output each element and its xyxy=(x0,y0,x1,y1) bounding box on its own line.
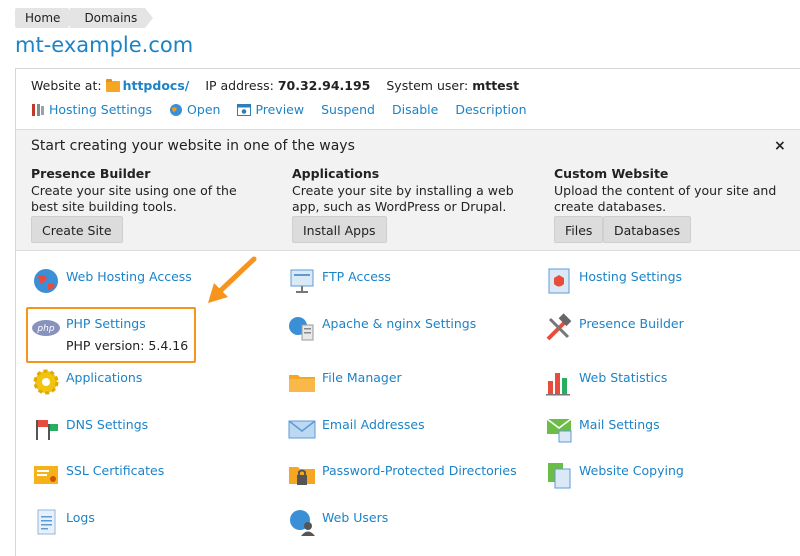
domain-actions: Hosting Settings Open Preview Suspend Di… xyxy=(31,102,544,117)
tool-applications[interactable]: Applications xyxy=(31,367,142,397)
presence-builder-heading: Presence Builder xyxy=(31,166,151,181)
applications-label: Applications xyxy=(66,370,143,385)
applications-column: Applications Create your site by install… xyxy=(292,166,527,215)
web-hosting-access-label: Web Hosting Access xyxy=(66,269,192,284)
tool-hosting-settings[interactable]: Hosting Settings xyxy=(544,266,682,296)
start-creating-title: Start creating your website in one of th… xyxy=(31,138,355,154)
globe-icon xyxy=(170,103,183,116)
databases-button[interactable]: Databases xyxy=(603,216,692,243)
tool-file-manager[interactable]: File Manager xyxy=(287,367,402,397)
ip-label: IP address: xyxy=(205,78,274,93)
tool-email-addresses[interactable]: Email Addresses xyxy=(287,414,425,444)
presence-builder-label: Presence Builder xyxy=(579,316,684,331)
logs-label: Logs xyxy=(66,510,95,525)
hosting-settings-action[interactable]: Hosting Settings xyxy=(31,102,152,117)
files-button[interactable]: Files xyxy=(554,216,604,243)
website-at-label: Website at: xyxy=(31,78,102,93)
web-users-icon xyxy=(290,510,315,536)
php-settings-highlight xyxy=(26,307,196,363)
install-apps-button[interactable]: Install Apps xyxy=(292,216,387,243)
create-site-button[interactable]: Create Site xyxy=(31,216,123,243)
dns-settings-label: DNS Settings xyxy=(66,417,149,432)
breadcrumb-domains[interactable]: Domains xyxy=(70,8,154,28)
hosting-settings-icon xyxy=(548,268,570,294)
preview-icon xyxy=(237,103,252,116)
tool-apache-nginx[interactable]: Apache & nginx Settings xyxy=(287,313,476,343)
tool-web-hosting-access[interactable]: Web Hosting Access xyxy=(31,266,192,296)
description-action[interactable]: Description xyxy=(455,102,526,117)
folder-icon xyxy=(289,375,315,392)
envelope-icon xyxy=(288,420,316,439)
applications-text: Create your site by installing a web app… xyxy=(292,183,514,214)
description-action-label: Description xyxy=(455,102,527,117)
breadcrumb-home[interactable]: Home xyxy=(15,8,79,28)
system-user-label: System user: xyxy=(386,78,469,93)
dns-flags-icon xyxy=(36,420,58,440)
httpdocs-link[interactable]: httpdocs/ xyxy=(123,78,190,93)
tool-website-copying[interactable]: Website Copying xyxy=(544,460,684,490)
file-manager-label: File Manager xyxy=(322,370,402,385)
disable-action[interactable]: Disable xyxy=(392,102,438,117)
tool-ftp-access[interactable]: FTP Access xyxy=(287,266,391,296)
preview-action[interactable]: Preview xyxy=(237,102,304,117)
globe-icon xyxy=(34,269,58,293)
applications-heading: Applications xyxy=(292,166,380,181)
hosting-settings-action-label: Hosting Settings xyxy=(49,102,153,117)
password-protected-directories-label: Password-Protected Directories xyxy=(322,463,517,478)
copy-icon xyxy=(548,463,571,489)
domain-info-row: Website at: httpdocs/ IP address: 70.32.… xyxy=(31,78,519,93)
custom-website-text: Upload the content of your site and crea… xyxy=(554,183,777,214)
start-creating-box: Start creating your website in one of th… xyxy=(16,129,800,251)
tool-web-users[interactable]: Web Users xyxy=(287,507,388,537)
page-title: mt-example.com xyxy=(15,33,194,57)
tool-ssl-certificates[interactable]: SSL Certificates xyxy=(31,460,164,490)
website-copying-label: Website Copying xyxy=(579,463,684,478)
orange-arrow-icon xyxy=(208,256,257,303)
web-statistics-label: Web Statistics xyxy=(579,370,668,385)
certificate-icon xyxy=(34,466,58,484)
web-users-label: Web Users xyxy=(322,510,389,525)
custom-website-heading: Custom Website xyxy=(554,166,669,181)
breadcrumb: Home Domains xyxy=(15,8,154,28)
email-addresses-label: Email Addresses xyxy=(322,417,425,432)
web-server-icon xyxy=(289,317,314,341)
tool-presence-builder[interactable]: Presence Builder xyxy=(544,313,684,343)
ssl-certificates-label: SSL Certificates xyxy=(66,463,165,478)
preview-action-label: Preview xyxy=(255,102,305,117)
tools-icon xyxy=(32,103,44,116)
locked-folder-icon xyxy=(289,467,315,485)
suspend-action-label: Suspend xyxy=(321,102,375,117)
apache-nginx-label: Apache & nginx Settings xyxy=(322,316,477,331)
ftp-access-label: FTP Access xyxy=(322,269,391,284)
domain-panel: Website at: httpdocs/ IP address: 70.32.… xyxy=(15,68,800,556)
gear-icon xyxy=(33,369,59,395)
tool-web-statistics[interactable]: Web Statistics xyxy=(544,367,667,397)
mail-settings-label: Mail Settings xyxy=(579,417,660,432)
hammer-wrench-icon xyxy=(546,313,572,341)
bar-chart-icon xyxy=(546,373,570,396)
system-user-value: mttest xyxy=(472,78,520,93)
custom-website-column: Custom Website Upload the content of you… xyxy=(554,166,794,215)
disable-action-label: Disable xyxy=(391,102,439,117)
presence-builder-text: Create your site using one of the best s… xyxy=(31,183,237,214)
mail-settings-icon xyxy=(546,418,572,443)
hosting-settings-label: Hosting Settings xyxy=(579,269,683,284)
tool-logs[interactable]: Logs xyxy=(31,507,95,537)
tool-password-protected-directories[interactable]: Password-Protected Directories xyxy=(287,460,517,490)
log-file-icon xyxy=(37,509,56,535)
suspend-action[interactable]: Suspend xyxy=(321,102,375,117)
close-icon[interactable]: × xyxy=(774,138,786,154)
folder-icon xyxy=(105,79,120,92)
ip-value: 70.32.94.195 xyxy=(277,78,371,93)
presence-builder-column: Presence Builder Create your site using … xyxy=(31,166,266,215)
tool-dns-settings[interactable]: DNS Settings xyxy=(31,414,148,444)
tool-mail-settings[interactable]: Mail Settings xyxy=(544,414,660,444)
ftp-icon xyxy=(290,269,314,293)
open-action-label: Open xyxy=(187,102,221,117)
open-action[interactable]: Open xyxy=(169,102,220,117)
